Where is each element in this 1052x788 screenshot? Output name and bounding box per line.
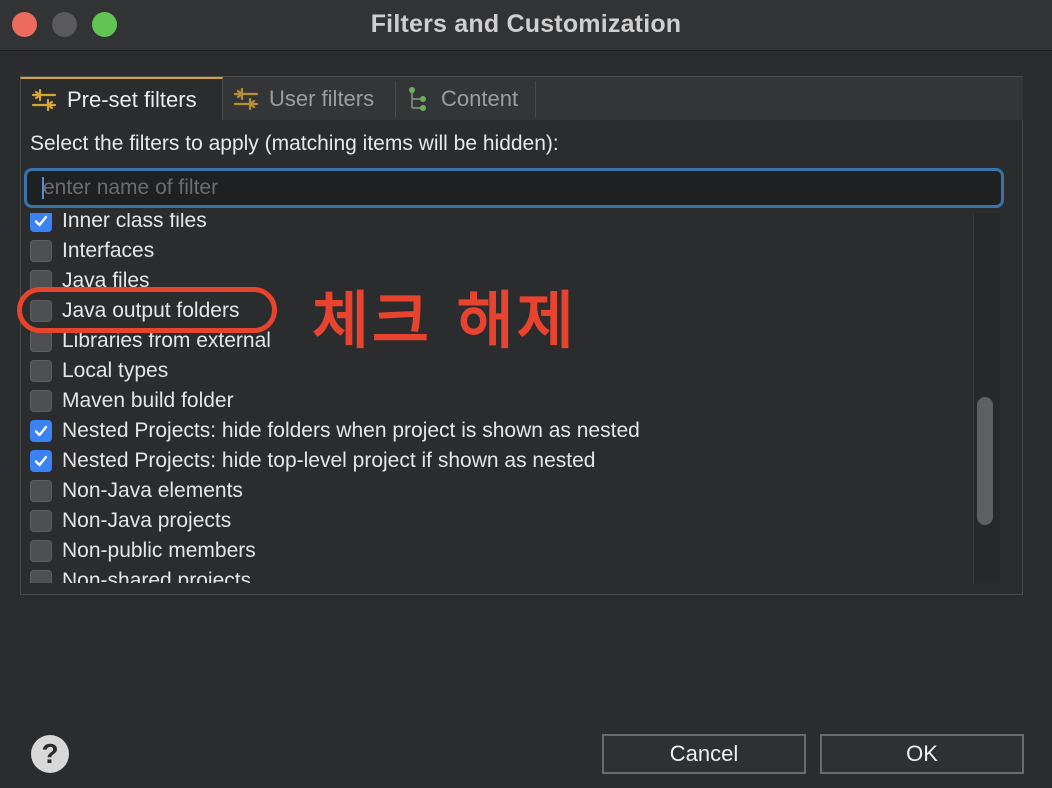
filter-search-input[interactable] <box>24 168 1004 208</box>
filter-label: Nested Projects: hide top-level project … <box>62 449 596 472</box>
filter-row[interactable]: Inner class files <box>27 213 973 236</box>
filter-label: Non-Java projects <box>62 509 232 532</box>
filter-row[interactable]: Non-shared projects <box>27 566 973 583</box>
checkmark-icon <box>34 425 48 437</box>
checkbox-checked[interactable] <box>30 213 52 232</box>
scrollbar-thumb[interactable] <box>977 397 993 525</box>
filter-row[interactable]: Nested Projects: hide folders when proje… <box>27 416 973 446</box>
filter-label: Interfaces <box>62 239 155 262</box>
annotation-highlight-ring <box>17 287 277 333</box>
filter-sliders-icon <box>31 87 57 113</box>
tab-label: User filters <box>269 86 375 111</box>
checkbox-unchecked[interactable] <box>30 480 52 502</box>
filter-row[interactable]: Non-Java projects <box>27 506 973 536</box>
checkbox-unchecked[interactable] <box>30 390 52 412</box>
checkbox-unchecked[interactable] <box>30 360 52 382</box>
help-button[interactable]: ? <box>31 735 69 773</box>
filter-label: Non-public members <box>62 539 256 562</box>
filter-row[interactable]: Non-Java elements <box>27 476 973 506</box>
ok-button[interactable]: OK <box>820 734 1024 774</box>
annotation-text: 체크 해제 <box>312 284 577 357</box>
filter-row[interactable]: Local types <box>27 356 973 386</box>
filter-row[interactable]: Maven build folder <box>27 386 973 416</box>
filter-label: Nested Projects: hide folders when proje… <box>62 419 640 442</box>
filter-list[interactable]: Inner class files Interfaces Java files Jav… <box>27 213 973 583</box>
filter-row[interactable]: Nested Projects: hide top-level project … <box>27 446 973 476</box>
tab-user-filters[interactable]: User filters <box>223 77 395 121</box>
checkbox-checked[interactable] <box>30 450 52 472</box>
tab-divider <box>535 81 536 117</box>
filter-label: Maven build folder <box>62 389 234 412</box>
tab-bar: Pre-set filters User filters Content <box>20 76 1023 121</box>
checkbox-unchecked[interactable] <box>30 540 52 562</box>
tab-preset-filters[interactable]: Pre-set filters <box>20 77 223 121</box>
filter-label: Local types <box>62 359 169 382</box>
filter-row[interactable]: Non-public members <box>27 536 973 566</box>
text-caret <box>42 177 44 199</box>
window-title: Filters and Customization <box>370 10 682 38</box>
filter-row[interactable]: Interfaces <box>27 236 973 266</box>
filter-label: Inner class files <box>62 213 207 232</box>
title-bar: Filters and Customization <box>0 0 1052 51</box>
filter-sliders-icon <box>233 86 259 112</box>
cancel-button[interactable]: Cancel <box>602 734 806 774</box>
filter-label: Non-shared projects <box>62 569 252 583</box>
checkbox-unchecked[interactable] <box>30 510 52 532</box>
checkmark-icon <box>34 455 48 467</box>
tab-label: Pre-set filters <box>67 87 197 112</box>
checkbox-unchecked[interactable] <box>30 330 52 352</box>
tab-content[interactable]: Content <box>395 77 535 121</box>
help-icon: ? <box>41 738 59 769</box>
checkbox-unchecked[interactable] <box>30 570 52 583</box>
checkbox-unchecked[interactable] <box>30 240 52 262</box>
checkbox-checked[interactable] <box>30 420 52 442</box>
tree-nodes-icon <box>405 86 431 112</box>
filter-label: Non-Java elements <box>62 479 243 502</box>
instruction-text: Select the filters to apply (matching it… <box>30 132 559 155</box>
checkmark-icon <box>34 215 48 227</box>
tab-label: Content <box>441 86 519 111</box>
